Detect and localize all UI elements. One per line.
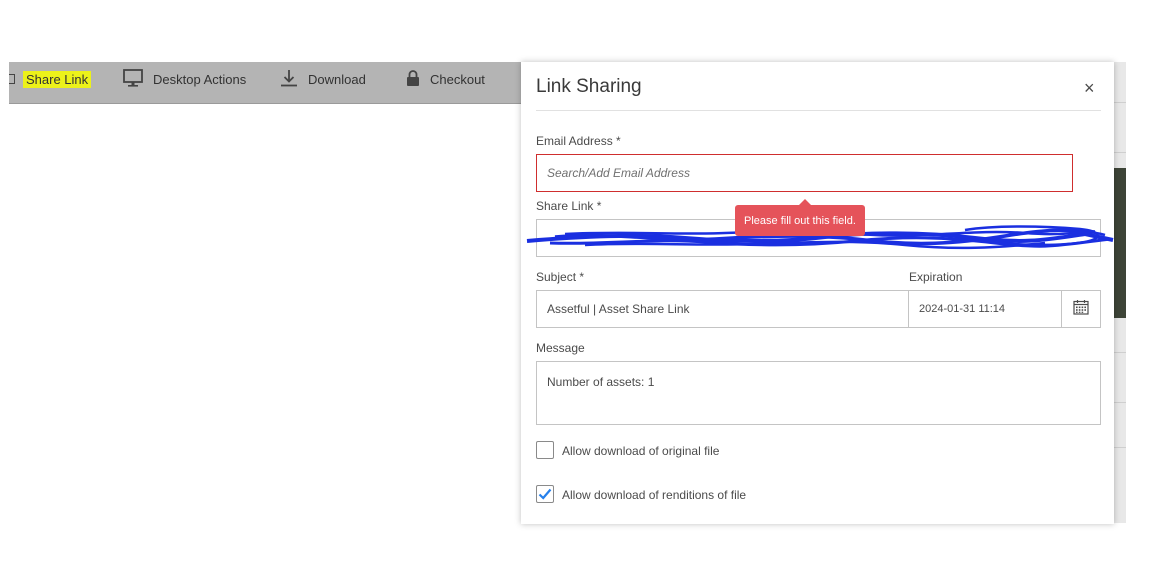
share-link-label: Share Link *: [536, 199, 602, 213]
message-textarea[interactable]: Number of assets: 1: [536, 361, 1101, 425]
share-icon: [9, 74, 15, 84]
checkout-button[interactable]: Checkout: [406, 62, 485, 96]
link-sharing-dialog: Link Sharing × Email Address * Search/Ad…: [521, 62, 1114, 524]
dialog-title: Link Sharing: [536, 76, 642, 97]
allow-original-checkbox[interactable]: [536, 441, 554, 459]
close-button[interactable]: ×: [1084, 78, 1095, 99]
email-input[interactable]: Search/Add Email Address: [536, 154, 1073, 192]
expiration-value: 2024-01-31 11:14: [919, 303, 1006, 315]
calendar-button[interactable]: [1061, 290, 1101, 328]
allow-renditions-label: Allow download of renditions of file: [562, 488, 747, 502]
title-divider: [536, 110, 1101, 111]
asset-toolbar: Share Link Desktop Actions Download Chec…: [9, 62, 521, 104]
download-icon: [280, 69, 298, 90]
message-label: Message: [536, 341, 585, 355]
subject-input[interactable]: Assetful | Asset Share Link: [536, 290, 909, 328]
share-link-label: Share Link: [23, 70, 92, 88]
checkout-label: Checkout: [430, 71, 485, 87]
desktop-actions-button[interactable]: Desktop Actions: [123, 62, 246, 96]
validation-tooltip: Please fill out this field.: [735, 199, 865, 236]
lock-icon: [406, 69, 420, 90]
email-placeholder: Search/Add Email Address: [547, 166, 690, 180]
subject-value: Assetful | Asset Share Link: [547, 302, 690, 316]
background-thumbnail: [1114, 168, 1126, 318]
expiration-input[interactable]: 2024-01-31 11:14: [908, 290, 1062, 328]
subject-label: Subject *: [536, 270, 585, 284]
checkmark-icon: [538, 488, 552, 500]
download-button[interactable]: Download: [280, 62, 366, 96]
monitor-icon: [123, 68, 143, 90]
download-label: Download: [308, 71, 366, 87]
desktop-actions-label: Desktop Actions: [153, 71, 247, 87]
calendar-icon: [1073, 299, 1089, 320]
allow-original-label: Allow download of original file: [562, 444, 720, 458]
email-label: Email Address *: [536, 134, 621, 148]
expiration-label: Expiration: [909, 270, 963, 284]
background-content: [1114, 62, 1126, 523]
allow-renditions-checkbox[interactable]: [536, 485, 554, 503]
share-link-button[interactable]: Share Link: [23, 62, 92, 96]
message-value: Number of assets: 1: [547, 375, 655, 389]
